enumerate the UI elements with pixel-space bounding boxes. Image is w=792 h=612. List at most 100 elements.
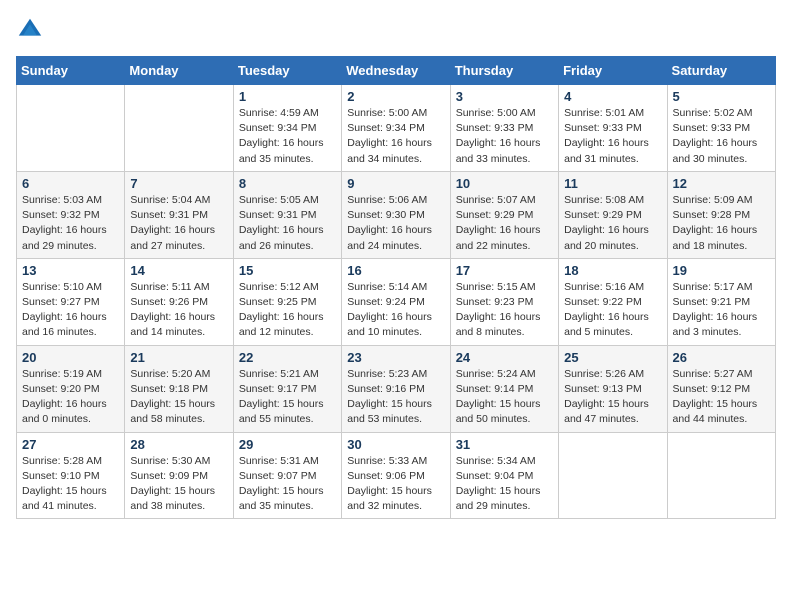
day-number: 12: [673, 176, 770, 191]
day-info: Sunrise: 5:33 AM Sunset: 9:06 PM Dayligh…: [347, 454, 444, 515]
calendar-week-row: 13 Sunrise: 5:10 AM Sunset: 9:27 PM Dayli…: [17, 258, 776, 345]
calendar-cell: 8Sunrise: 5:05 AM Sunset: 9:31 PM Daylig…: [233, 171, 341, 258]
calendar-cell: 28 Sunrise: 5:30 AM Sunset: 9:09 PM Dayli…: [125, 432, 233, 519]
day-info: Sunrise: 5:04 AM Sunset: 9:31 PM Dayligh…: [130, 193, 227, 254]
calendar-cell: 26 Sunrise: 5:27 AM Sunset: 9:12 PM Dayli…: [667, 345, 775, 432]
day-info: Sunrise: 5:00 AM Sunset: 9:33 PM Dayligh…: [456, 106, 553, 167]
calendar-cell: [559, 432, 667, 519]
day-info: Sunrise: 4:59 AM Sunset: 9:34 PM Dayligh…: [239, 106, 336, 167]
calendar-cell: 15 Sunrise: 5:12 AM Sunset: 9:25 PM Dayli…: [233, 258, 341, 345]
weekday-header: Sunday: [17, 57, 125, 85]
day-info: Sunrise: 5:23 AM Sunset: 9:16 PM Dayligh…: [347, 367, 444, 428]
day-info: Sunrise: 5:34 AM Sunset: 9:04 PM Dayligh…: [456, 454, 553, 515]
calendar-week-row: 27Sunrise: 5:28 AM Sunset: 9:10 PM Dayli…: [17, 432, 776, 519]
day-number: 26: [673, 350, 770, 365]
calendar-cell: 19 Sunrise: 5:17 AM Sunset: 9:21 PM Dayli…: [667, 258, 775, 345]
calendar-cell: [667, 432, 775, 519]
day-info: Sunrise: 5:12 AM Sunset: 9:25 PM Dayligh…: [239, 280, 336, 341]
calendar-cell: [125, 85, 233, 172]
calendar-table: SundayMondayTuesdayWednesdayThursdayFrid…: [16, 56, 776, 519]
calendar-cell: 22 Sunrise: 5:21 AM Sunset: 9:17 PM Dayli…: [233, 345, 341, 432]
day-number: 9: [347, 176, 444, 191]
day-number: 11: [564, 176, 661, 191]
day-info: Sunrise: 5:24 AM Sunset: 9:14 PM Dayligh…: [456, 367, 553, 428]
calendar-cell: 16 Sunrise: 5:14 AM Sunset: 9:24 PM Dayli…: [342, 258, 450, 345]
calendar-cell: 14 Sunrise: 5:11 AM Sunset: 9:26 PM Dayli…: [125, 258, 233, 345]
calendar-cell: 5 Sunrise: 5:02 AM Sunset: 9:33 PM Daylig…: [667, 85, 775, 172]
calendar-cell: 9 Sunrise: 5:06 AM Sunset: 9:30 PM Daylig…: [342, 171, 450, 258]
calendar-cell: 7 Sunrise: 5:04 AM Sunset: 9:31 PM Daylig…: [125, 171, 233, 258]
calendar-cell: 18 Sunrise: 5:16 AM Sunset: 9:22 PM Dayli…: [559, 258, 667, 345]
calendar-week-row: 20Sunrise: 5:19 AM Sunset: 9:20 PM Dayli…: [17, 345, 776, 432]
calendar-cell: 1 Sunrise: 4:59 AM Sunset: 9:34 PM Daylig…: [233, 85, 341, 172]
day-number: 14: [130, 263, 227, 278]
day-number: 17: [456, 263, 553, 278]
weekday-header: Thursday: [450, 57, 558, 85]
weekday-header: Monday: [125, 57, 233, 85]
day-info: Sunrise: 5:14 AM Sunset: 9:24 PM Dayligh…: [347, 280, 444, 341]
day-number: 20: [22, 350, 119, 365]
day-number: 25: [564, 350, 661, 365]
day-info: Sunrise: 5:06 AM Sunset: 9:30 PM Dayligh…: [347, 193, 444, 254]
day-number: 2: [347, 89, 444, 104]
day-number: 4: [564, 89, 661, 104]
calendar-cell: 17 Sunrise: 5:15 AM Sunset: 9:23 PM Dayli…: [450, 258, 558, 345]
calendar-cell: 27Sunrise: 5:28 AM Sunset: 9:10 PM Dayli…: [17, 432, 125, 519]
logo-icon: [16, 16, 44, 44]
day-number: 6: [22, 176, 119, 191]
day-info: Sunrise: 5:02 AM Sunset: 9:33 PM Dayligh…: [673, 106, 770, 167]
calendar-cell: 6 Sunrise: 5:03 AM Sunset: 9:32 PM Daylig…: [17, 171, 125, 258]
day-info: Sunrise: 5:15 AM Sunset: 9:23 PM Dayligh…: [456, 280, 553, 341]
calendar-week-row: 6 Sunrise: 5:03 AM Sunset: 9:32 PM Daylig…: [17, 171, 776, 258]
day-info: Sunrise: 5:16 AM Sunset: 9:22 PM Dayligh…: [564, 280, 661, 341]
day-info: Sunrise: 5:20 AM Sunset: 9:18 PM Dayligh…: [130, 367, 227, 428]
day-number: 21: [130, 350, 227, 365]
day-info: Sunrise: 5:09 AM Sunset: 9:28 PM Dayligh…: [673, 193, 770, 254]
calendar-cell: 23 Sunrise: 5:23 AM Sunset: 9:16 PM Dayli…: [342, 345, 450, 432]
day-number: 8: [239, 176, 336, 191]
calendar-cell: 31 Sunrise: 5:34 AM Sunset: 9:04 PM Dayli…: [450, 432, 558, 519]
weekday-header: Wednesday: [342, 57, 450, 85]
day-number: 7: [130, 176, 227, 191]
day-info: Sunrise: 5:10 AM Sunset: 9:27 PM Dayligh…: [22, 280, 119, 341]
day-info: Sunrise: 5:30 AM Sunset: 9:09 PM Dayligh…: [130, 454, 227, 515]
page-header: [16, 16, 776, 44]
calendar-cell: [17, 85, 125, 172]
calendar-cell: 10Sunrise: 5:07 AM Sunset: 9:29 PM Dayli…: [450, 171, 558, 258]
day-info: Sunrise: 5:26 AM Sunset: 9:13 PM Dayligh…: [564, 367, 661, 428]
day-number: 31: [456, 437, 553, 452]
day-info: Sunrise: 5:31 AM Sunset: 9:07 PM Dayligh…: [239, 454, 336, 515]
day-info: Sunrise: 5:17 AM Sunset: 9:21 PM Dayligh…: [673, 280, 770, 341]
day-number: 1: [239, 89, 336, 104]
day-number: 15: [239, 263, 336, 278]
weekday-header: Saturday: [667, 57, 775, 85]
weekday-header: Friday: [559, 57, 667, 85]
day-number: 28: [130, 437, 227, 452]
day-info: Sunrise: 5:28 AM Sunset: 9:10 PM Dayligh…: [22, 454, 119, 515]
day-info: Sunrise: 5:03 AM Sunset: 9:32 PM Dayligh…: [22, 193, 119, 254]
day-info: Sunrise: 5:00 AM Sunset: 9:34 PM Dayligh…: [347, 106, 444, 167]
calendar-week-row: 1 Sunrise: 4:59 AM Sunset: 9:34 PM Daylig…: [17, 85, 776, 172]
day-number: 5: [673, 89, 770, 104]
day-number: 19: [673, 263, 770, 278]
calendar-cell: 13 Sunrise: 5:10 AM Sunset: 9:27 PM Dayli…: [17, 258, 125, 345]
day-info: Sunrise: 5:27 AM Sunset: 9:12 PM Dayligh…: [673, 367, 770, 428]
day-number: 23: [347, 350, 444, 365]
calendar-cell: 3Sunrise: 5:00 AM Sunset: 9:33 PM Daylig…: [450, 85, 558, 172]
day-number: 16: [347, 263, 444, 278]
weekday-header: Tuesday: [233, 57, 341, 85]
calendar-header-row: SundayMondayTuesdayWednesdayThursdayFrid…: [17, 57, 776, 85]
calendar-cell: 20Sunrise: 5:19 AM Sunset: 9:20 PM Dayli…: [17, 345, 125, 432]
day-number: 24: [456, 350, 553, 365]
day-number: 18: [564, 263, 661, 278]
day-number: 22: [239, 350, 336, 365]
calendar-cell: 24 Sunrise: 5:24 AM Sunset: 9:14 PM Dayli…: [450, 345, 558, 432]
day-info: Sunrise: 5:21 AM Sunset: 9:17 PM Dayligh…: [239, 367, 336, 428]
day-info: Sunrise: 5:11 AM Sunset: 9:26 PM Dayligh…: [130, 280, 227, 341]
day-number: 29: [239, 437, 336, 452]
day-info: Sunrise: 5:08 AM Sunset: 9:29 PM Dayligh…: [564, 193, 661, 254]
day-number: 13: [22, 263, 119, 278]
day-number: 30: [347, 437, 444, 452]
calendar-cell: 29 Sunrise: 5:31 AM Sunset: 9:07 PM Dayli…: [233, 432, 341, 519]
calendar-cell: 21 Sunrise: 5:20 AM Sunset: 9:18 PM Dayli…: [125, 345, 233, 432]
